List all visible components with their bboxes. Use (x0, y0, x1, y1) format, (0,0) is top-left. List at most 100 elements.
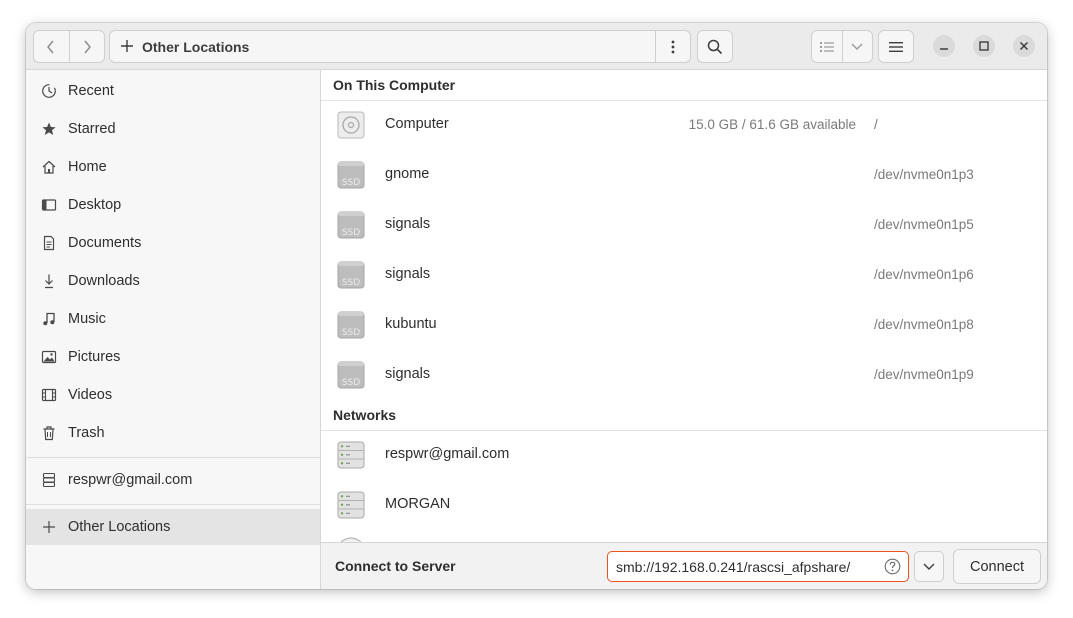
chevron-right-icon (84, 40, 91, 53)
list-item[interactable]: SSD gnome /dev/nvme0n1p3 (321, 150, 1047, 200)
sidebar-item-label: Starred (68, 121, 116, 137)
sidebar: Recent Starred Home Desktop Documents Do… (26, 70, 321, 589)
list-item[interactable]: respwr@gmail.com (321, 430, 1047, 480)
svg-text:SSD: SSD (342, 178, 360, 188)
connect-bar: Connect to Server smb://192.168.0.241/ra… (321, 542, 1047, 589)
server-address-input[interactable]: smb://192.168.0.241/rascsi_afpshare/ (607, 551, 909, 582)
network-server-icon (337, 441, 365, 469)
sidebar-item-label: Documents (68, 235, 142, 251)
sidebar-item-account[interactable]: respwr@gmail.com (26, 462, 320, 498)
trash-icon (26, 425, 68, 441)
sidebar-item-pictures[interactable]: Pictures (26, 339, 320, 375)
ssd-icon: SSD (337, 361, 365, 389)
sidebar-item-label: Videos (68, 387, 113, 403)
list-item[interactable]: SSD kubuntu /dev/nvme0n1p8 (321, 300, 1047, 350)
forward-button[interactable] (68, 31, 105, 62)
svg-text:SSD: SSD (342, 378, 360, 388)
list-item[interactable]: SSD signals /dev/nvme0n1p5 (321, 200, 1047, 250)
chevron-left-icon (47, 40, 54, 53)
location-available: 15.0 GB / 61.6 GB available (688, 117, 856, 132)
location-name: signals (385, 366, 431, 382)
plus-icon (26, 520, 68, 534)
search-button[interactable] (697, 30, 733, 63)
ssd-icon: SSD (337, 261, 365, 289)
location-name: respwr@gmail.com (385, 446, 510, 462)
sidebar-item-label: Pictures (68, 349, 121, 365)
sidebar-item-videos[interactable]: Videos (26, 377, 320, 413)
location-path: /dev/nvme0n1p5 (874, 217, 974, 232)
sidebar-item-recent[interactable]: Recent (26, 73, 320, 109)
document-icon (26, 235, 68, 251)
list-view-button[interactable] (812, 31, 842, 62)
back-button[interactable] (34, 31, 69, 62)
recent-servers-button[interactable] (914, 551, 944, 582)
sidebar-item-label: Downloads (68, 273, 140, 289)
close-button[interactable] (1013, 35, 1035, 57)
list-item[interactable]: Computer 15.0 GB / 61.6 GB available / (321, 100, 1047, 150)
location-menu-button[interactable] (655, 31, 690, 62)
sidebar-item-music[interactable]: Music (26, 301, 320, 337)
location-path: /dev/nvme0n1p6 (874, 267, 974, 282)
view-options-button[interactable] (841, 31, 873, 62)
file-manager-window: Other Locations Recent Starred Home Desk… (26, 23, 1047, 589)
sidebar-item-downloads[interactable]: Downloads (26, 263, 320, 299)
list-item[interactable]: MORGAN (321, 480, 1047, 530)
location-path: /dev/nvme0n1p9 (874, 367, 974, 382)
sidebar-item-other-locations[interactable]: Other Locations (26, 509, 320, 545)
sidebar-item-label: respwr@gmail.com (68, 472, 193, 488)
location-name: gnome (385, 166, 430, 182)
sidebar-item-label: Music (68, 311, 106, 327)
search-icon (707, 39, 723, 54)
sidebar-item-desktop[interactable]: Desktop (26, 187, 320, 223)
desktop-icon (26, 197, 68, 213)
maximize-icon (979, 41, 989, 51)
star-icon (26, 121, 68, 137)
location-bar[interactable]: Other Locations (109, 30, 691, 63)
svg-text:SSD: SSD (342, 228, 360, 238)
list-item[interactable]: SSD signals /dev/nvme0n1p6 (321, 250, 1047, 300)
pictures-icon (26, 349, 68, 365)
locations-list: On This Computer Computer 15.0 GB / 61.6… (321, 70, 1047, 542)
location-path: / (874, 117, 878, 132)
sidebar-divider (26, 504, 320, 505)
location-name: kubuntu (385, 316, 437, 332)
sidebar-item-home[interactable]: Home (26, 149, 320, 185)
main-menu-button[interactable] (878, 30, 914, 63)
list-item[interactable]: SSD signals /dev/nvme0n1p9 (321, 350, 1047, 400)
film-icon (26, 387, 68, 403)
chevron-down-icon (851, 43, 863, 50)
location-name: signals (385, 216, 431, 232)
disk-icon (337, 111, 365, 139)
connect-button[interactable]: Connect (953, 549, 1041, 584)
ssd-icon: SSD (337, 211, 365, 239)
chevron-down-icon (923, 563, 935, 570)
sidebar-item-label: Home (68, 159, 107, 175)
server-address-value: smb://192.168.0.241/rascsi_afpshare/ (616, 559, 851, 575)
location-path: /dev/nvme0n1p8 (874, 317, 974, 332)
location-name: signals (385, 266, 431, 282)
home-icon (26, 159, 68, 175)
location-path: /dev/nvme0n1p3 (874, 167, 974, 182)
minimize-icon (940, 48, 948, 50)
music-icon (26, 311, 68, 327)
ssd-icon: SSD (337, 161, 365, 189)
section-header: On This Computer (321, 70, 1047, 101)
section-title: On This Computer (333, 77, 456, 93)
sidebar-item-label: Recent (68, 83, 114, 99)
network-server-icon (337, 491, 365, 519)
download-icon (26, 273, 68, 289)
sidebar-item-starred[interactable]: Starred (26, 111, 320, 147)
maximize-button[interactable] (973, 35, 995, 57)
svg-text:SSD: SSD (342, 278, 360, 288)
sidebar-item-trash[interactable]: Trash (26, 415, 320, 451)
nav-buttons (33, 30, 105, 63)
clock-icon (26, 83, 68, 99)
hamburger-menu-icon (889, 41, 903, 52)
svg-text:SSD: SSD (342, 328, 360, 338)
list-view-icon (819, 41, 834, 52)
location-label: Other Locations (142, 39, 250, 55)
help-icon[interactable] (884, 558, 901, 575)
minimize-button[interactable] (933, 35, 955, 57)
sidebar-item-documents[interactable]: Documents (26, 225, 320, 261)
kebab-menu-icon (671, 40, 675, 53)
